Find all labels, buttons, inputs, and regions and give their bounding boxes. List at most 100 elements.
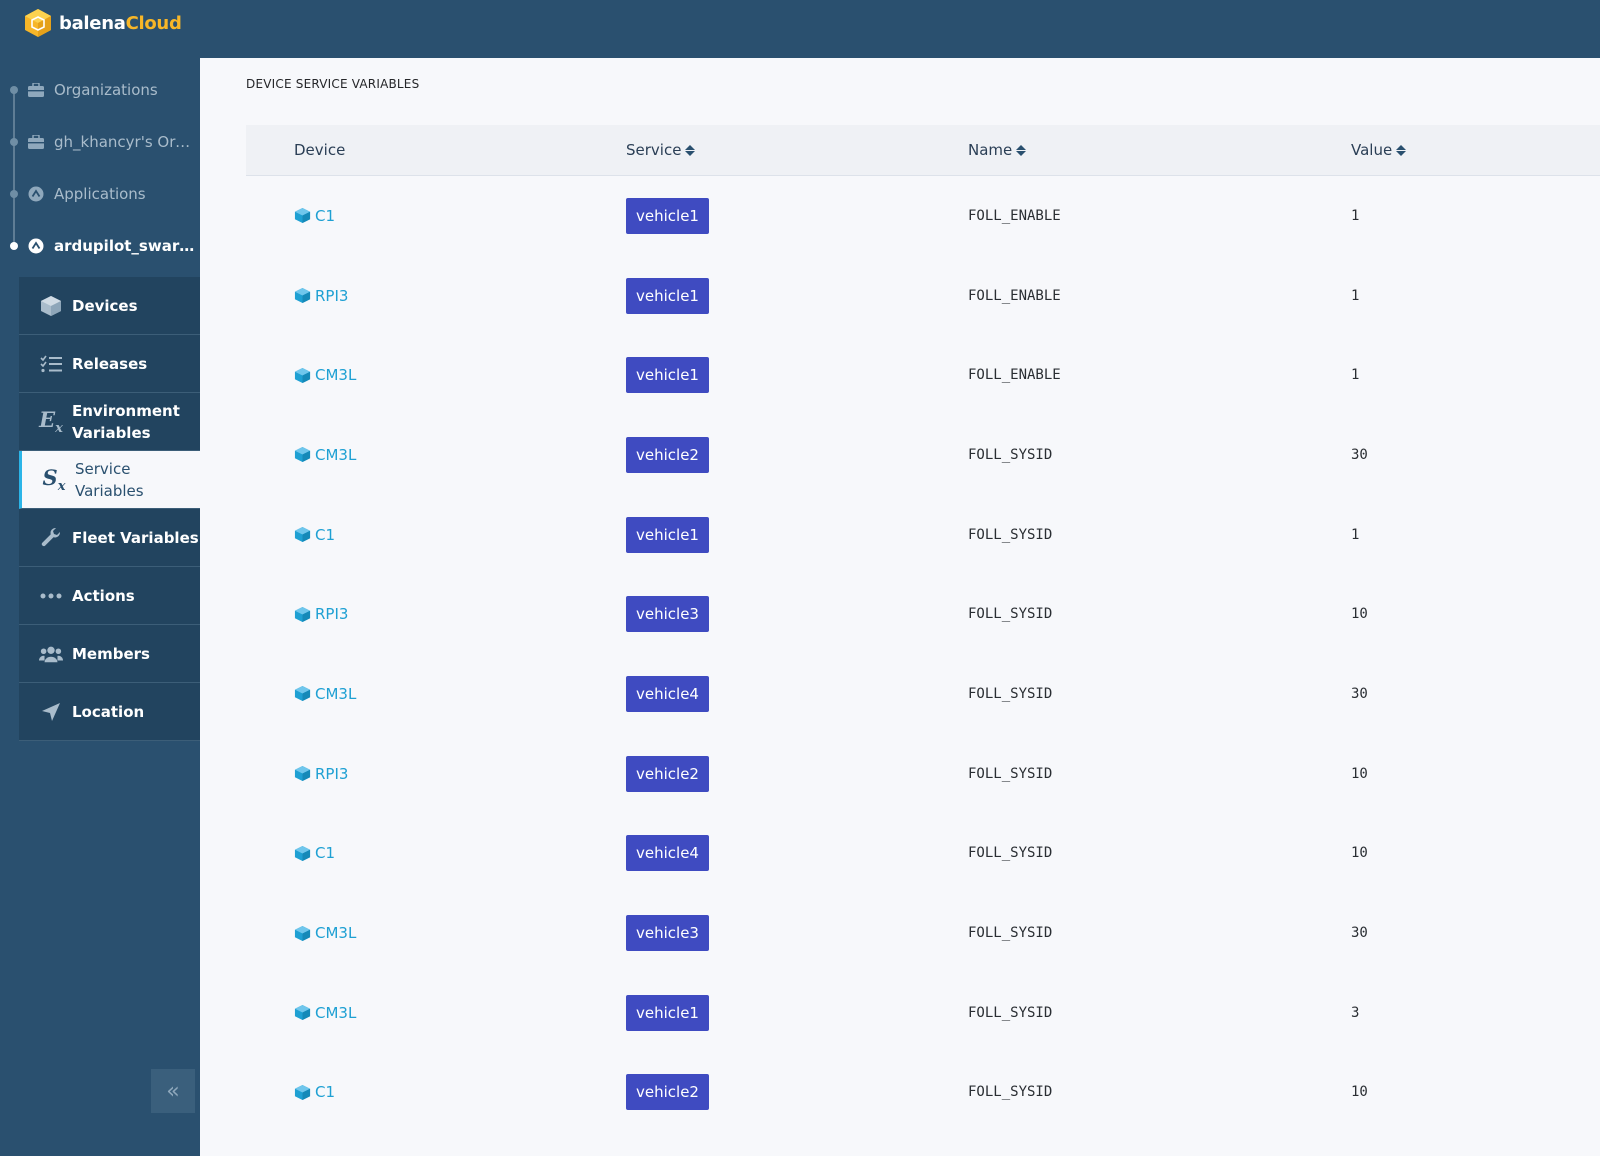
column-header-name[interactable]: Name (968, 125, 1027, 175)
column-header-value[interactable]: Value (1351, 125, 1407, 175)
variable-value[interactable]: 3 (1351, 973, 1359, 1053)
table-row: CM3L vehicle1 FOLL_SYSID 3 (246, 973, 1600, 1053)
briefcase-icon (28, 134, 44, 150)
variable-value[interactable]: 30 (1351, 415, 1368, 495)
breadcrumb-label: gh_khancyr's Org... (54, 133, 196, 151)
table-row: RPI3 vehicle1 FOLL_ENABLE 1 (246, 256, 1600, 336)
sidebar-item-environment-variables[interactable]: Ex Environment Variables (19, 393, 200, 451)
variable-name: FOLL_SYSID (968, 446, 1053, 463)
sidebar-item-location[interactable]: Location (19, 683, 200, 741)
variable-value[interactable]: 1 (1351, 176, 1359, 256)
device-link[interactable]: CM3L (294, 415, 356, 495)
fleet-icon (28, 238, 44, 254)
variable-value[interactable]: 10 (1351, 814, 1368, 894)
table-row: RPI3 vehicle2 FOLL_SYSID 10 (246, 734, 1600, 814)
location-arrow-icon (39, 700, 63, 724)
variable-value[interactable]: 1 (1351, 335, 1359, 415)
service-cell: vehicle3 (626, 893, 709, 973)
device-name: C1 (315, 206, 336, 225)
briefcase-icon (28, 82, 44, 98)
service-cell: vehicle3 (626, 574, 709, 654)
variable-value[interactable]: 10 (1351, 1053, 1368, 1133)
breadcrumb-dot (10, 86, 18, 94)
device-link[interactable]: CM3L (294, 893, 356, 973)
variable-value[interactable]: 10 (1351, 574, 1368, 654)
collapse-sidebar-button[interactable]: « (151, 1069, 195, 1113)
variable-name: FOLL_SYSID (968, 685, 1053, 702)
device-cube-icon (294, 208, 311, 224)
device-cube-icon (294, 287, 311, 304)
device-cube-icon (294, 1005, 311, 1021)
sidebar-item-releases[interactable]: Releases (19, 335, 200, 393)
sidebar-item-actions[interactable]: Actions (19, 567, 200, 625)
brand-name: balenaCloud (59, 13, 182, 34)
sidebar-nav: Devices Releases Ex Environment Variable… (19, 277, 200, 741)
variable-value[interactable]: 30 (1351, 893, 1368, 973)
variable-name: FOLL_SYSID (968, 606, 1053, 623)
sidebar-item-label: Location (72, 702, 145, 721)
device-link[interactable]: RPI3 (294, 256, 348, 336)
device-name: RPI3 (315, 764, 349, 783)
variable-value[interactable]: 1 (1351, 495, 1359, 575)
top-bar: balenaCloud (0, 0, 1600, 58)
table-row: CM3L vehicle2 FOLL_SYSID 30 (246, 415, 1600, 495)
device-link[interactable]: CM3L (294, 335, 356, 415)
table-row: CM3L vehicle4 FOLL_SYSID 30 (246, 654, 1600, 734)
device-link[interactable]: C1 (294, 814, 335, 894)
service-badge: vehicle1 (626, 197, 709, 234)
device-name: C1 (315, 1083, 336, 1102)
table-row: CM3L vehicle3 FOLL_SYSID 30 (246, 893, 1600, 973)
breadcrumb-applications[interactable]: Applications (0, 179, 200, 209)
sidebar-item-label: Actions (72, 586, 135, 605)
double-chevron-left-icon: « (166, 1078, 180, 1104)
device-name: CM3L (315, 1003, 357, 1022)
sidebar-item-devices[interactable]: Devices (19, 277, 200, 335)
device-link[interactable]: C1 (294, 495, 335, 575)
service-badge: vehicle4 (626, 675, 709, 712)
variable-name: FOLL_SYSID (968, 845, 1053, 862)
column-header-service[interactable]: Service (626, 125, 696, 175)
cube-icon (39, 294, 63, 318)
sidebar-item-label-line2: Variables (72, 423, 151, 442)
variable-name: FOLL_ENABLE (968, 367, 1061, 384)
sidebar-item-service-variables[interactable]: Sx Service Variables (19, 451, 200, 509)
service-badge: vehicle2 (626, 755, 709, 792)
breadcrumb: Organizations gh_khancyr's Org... Applic… (0, 58, 200, 276)
device-link[interactable]: C1 (294, 1053, 335, 1133)
service-cell: vehicle2 (626, 1053, 709, 1133)
ellipsis-icon (39, 584, 63, 608)
device-cube-icon (294, 925, 311, 941)
breadcrumb-organizations[interactable]: Organizations (0, 75, 200, 105)
service-badge: vehicle2 (626, 1074, 709, 1111)
service-cell: vehicle1 (626, 495, 709, 575)
device-link[interactable]: CM3L (294, 654, 356, 734)
balena-cube-logo-icon (25, 9, 51, 37)
sidebar-item-members[interactable]: Members (19, 625, 200, 683)
variable-value[interactable]: 1 (1351, 256, 1359, 336)
sort-icon (685, 144, 696, 156)
service-badge: vehicle3 (626, 596, 709, 633)
breadcrumb-organization[interactable]: gh_khancyr's Org... (0, 127, 200, 157)
sidebar-item-fleet-variables[interactable]: Fleet Variables (19, 509, 200, 567)
device-cube-icon (294, 1084, 311, 1100)
variable-name: FOLL_SYSID (968, 526, 1053, 543)
service-badge: vehicle1 (626, 357, 709, 394)
balena-cloud-logo[interactable]: balenaCloud (24, 6, 182, 40)
breadcrumb-current-fleet[interactable]: ardupilot_swarm... (0, 231, 200, 261)
variable-value[interactable]: 30 (1351, 654, 1368, 734)
device-link[interactable]: C1 (294, 176, 335, 256)
device-cube-icon (294, 766, 311, 782)
service-cell: vehicle1 (626, 256, 709, 336)
variable-value[interactable]: 10 (1351, 734, 1368, 814)
device-link[interactable]: RPI3 (294, 734, 348, 814)
service-badge: vehicle2 (626, 436, 709, 473)
device-link[interactable]: CM3L (294, 973, 356, 1053)
column-header-label: Value (1351, 141, 1393, 159)
device-name: CM3L (315, 366, 357, 385)
sort-icon (1396, 144, 1407, 156)
table-row: C1 vehicle2 FOLL_SYSID 10 (246, 1053, 1600, 1133)
device-link[interactable]: RPI3 (294, 574, 348, 654)
column-header-device: Device (294, 125, 345, 175)
device-cube-icon (294, 686, 311, 702)
service-cell: vehicle1 (626, 176, 709, 256)
